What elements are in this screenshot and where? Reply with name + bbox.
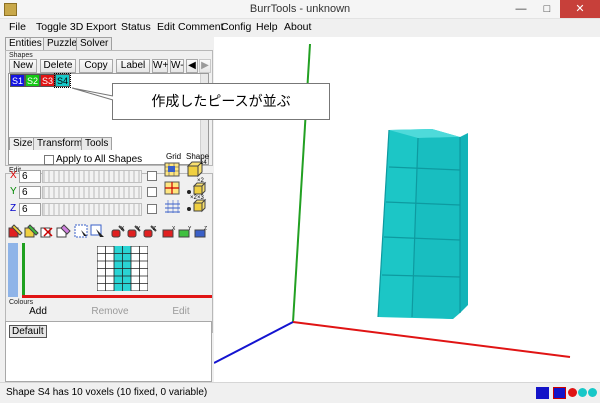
- grid-label: Grid: [166, 152, 182, 161]
- select-area-tool-icon[interactable]: [74, 224, 89, 239]
- svg-text:Z: Z: [204, 226, 207, 232]
- voxel-shape-s4: [377, 129, 468, 319]
- arrow-right-icon: ▶: [201, 60, 209, 71]
- paint-x-tool-icon[interactable]: X: [162, 224, 177, 239]
- menu-edit-comment[interactable]: Edit Comment: [157, 21, 224, 33]
- add-colour-button[interactable]: Add: [9, 305, 67, 319]
- menu-status[interactable]: Status: [121, 21, 151, 33]
- variable-tool-icon[interactable]: [56, 224, 71, 239]
- annotation-callout: 作成したピースが並ぶ: [112, 83, 330, 120]
- default-colour-item[interactable]: Default: [9, 325, 47, 338]
- menu-config[interactable]: Config: [221, 21, 251, 33]
- menu-bar: File Toggle 3D Export Status Edit Commen…: [0, 19, 600, 36]
- voxel-grid-editor[interactable]: [97, 246, 148, 291]
- label-shape-button[interactable]: Label: [116, 59, 150, 73]
- pen-tool-icon[interactable]: [8, 224, 23, 239]
- remove-colour-button[interactable]: Remove: [78, 305, 142, 319]
- shape-s2-chip[interactable]: S2: [25, 74, 40, 87]
- tab-tools[interactable]: Tools: [81, 137, 113, 150]
- delete-shape-button[interactable]: Delete: [40, 59, 76, 73]
- shape-scale-x2a-label: ×2: [197, 178, 204, 184]
- svg-text:Y: Y: [188, 226, 192, 232]
- z-axis-line: [214, 321, 294, 364]
- y-lock-checkbox[interactable]: [147, 187, 157, 197]
- move-left-button[interactable]: ◀: [186, 59, 198, 73]
- minimize-button[interactable]: —: [508, 0, 534, 18]
- wplus-button[interactable]: W+: [152, 59, 168, 73]
- select-cursor-tool-icon[interactable]: [90, 224, 105, 239]
- shape-scale-x2b-label: ×2: [190, 195, 197, 201]
- status-text: Shape S4 has 10 voxels (10 fixed, 0 vari…: [6, 387, 208, 398]
- indicator-cyan2-icon: [588, 388, 597, 397]
- color-mode-icon[interactable]: [553, 387, 566, 399]
- x-axis-label: X: [10, 170, 17, 181]
- z-size-slider[interactable]: [42, 203, 142, 216]
- apply-all-label: Apply to All Shapes: [56, 154, 143, 165]
- shape-s1-chip[interactable]: S1: [10, 74, 25, 87]
- paint-y-tool-icon[interactable]: Y: [178, 224, 193, 239]
- pen-fixed-tool-icon[interactable]: [24, 224, 39, 239]
- z-axis-label: Z: [10, 203, 17, 214]
- z-lock-checkbox[interactable]: [147, 204, 157, 214]
- move-right-button[interactable]: ▶: [199, 59, 211, 73]
- svg-text:Y: Y: [137, 226, 141, 232]
- svg-text:X: X: [172, 226, 176, 232]
- paint-z-tool-icon[interactable]: Z: [194, 224, 209, 239]
- colour-list[interactable]: Default: [5, 321, 212, 382]
- apply-all-checkbox[interactable]: [44, 155, 54, 165]
- tab-transform[interactable]: Transform: [33, 137, 87, 150]
- tab-solver[interactable]: Solver: [76, 37, 113, 50]
- y-axis-label: Y: [10, 186, 17, 197]
- tab-entities[interactable]: Entities: [5, 37, 46, 50]
- shape-s4-chip[interactable]: S4: [54, 73, 71, 88]
- menu-about[interactable]: About: [284, 21, 311, 33]
- callout-pointer: [71, 87, 114, 101]
- copy-shape-button[interactable]: Copy: [79, 59, 113, 73]
- indicator-red-icon: [568, 388, 577, 397]
- x-size-slider[interactable]: [42, 170, 142, 183]
- shapes-group-label: Shapes: [9, 52, 33, 59]
- shape-s3-chip[interactable]: S3: [40, 74, 55, 87]
- eraser-tool-icon[interactable]: [40, 224, 55, 239]
- grid-center-icon[interactable]: [164, 180, 184, 196]
- shape-scale-14-label: 14: [200, 160, 207, 166]
- new-shape-button[interactable]: New: [9, 59, 37, 73]
- svg-text:X: X: [121, 226, 125, 232]
- close-button[interactable]: ✕: [560, 0, 600, 18]
- x-axis-marker: [22, 295, 212, 298]
- menu-export[interactable]: Export: [86, 21, 116, 33]
- arrow-left-icon: ◀: [188, 60, 196, 71]
- grid-fill-icon[interactable]: [164, 198, 184, 214]
- menu-toggle-3d[interactable]: Toggle 3D: [36, 21, 83, 33]
- maximize-button[interactable]: □: [534, 0, 560, 18]
- brush-z-tool-icon[interactable]: Z: [142, 224, 157, 239]
- brush-x-tool-icon[interactable]: X: [110, 224, 125, 239]
- view-mode-icon[interactable]: [536, 387, 549, 399]
- svg-text:Z: Z: [153, 226, 156, 232]
- x-axis-line: [292, 321, 571, 358]
- x-size-field[interactable]: 6: [19, 170, 41, 183]
- y-size-slider[interactable]: [42, 186, 142, 199]
- layer-slider[interactable]: [8, 243, 18, 297]
- shape-scale-x3-label: ×3: [197, 195, 204, 201]
- brush-y-tool-icon[interactable]: Y: [126, 224, 141, 239]
- indicator-cyan-icon: [578, 388, 587, 397]
- title-bar: BurrTools - unknown — □ ✕: [0, 0, 600, 19]
- edit-colour-button[interactable]: Edit: [152, 305, 210, 319]
- menu-file[interactable]: File: [9, 21, 26, 33]
- menu-help[interactable]: Help: [256, 21, 278, 33]
- y-size-field[interactable]: 6: [19, 186, 41, 199]
- z-size-field[interactable]: 6: [19, 203, 41, 216]
- wminus-button[interactable]: W-: [170, 59, 184, 73]
- y-axis-marker: [22, 243, 25, 297]
- status-bar: Shape S4 has 10 voxels (10 fixed, 0 vari…: [0, 382, 600, 403]
- grid-minimize-icon[interactable]: [164, 162, 184, 178]
- x-lock-checkbox[interactable]: [147, 171, 157, 181]
